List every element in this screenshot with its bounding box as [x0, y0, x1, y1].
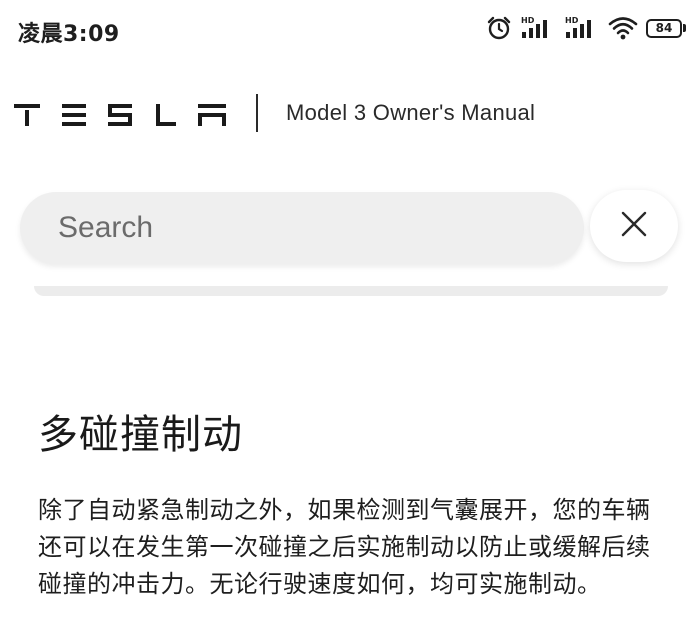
- battery-icon: 84: [646, 18, 686, 38]
- hd-signal-icon: HD: [520, 15, 556, 41]
- status-icons: HD HD 84: [486, 15, 686, 41]
- close-button[interactable]: [590, 190, 678, 262]
- wifi-icon: [608, 15, 638, 41]
- header: Model 3 Owner's Manual: [0, 90, 696, 140]
- search-input[interactable]: [58, 211, 584, 245]
- tesla-logo[interactable]: [14, 102, 238, 132]
- hd-signal-icon: HD: [564, 15, 600, 41]
- search-bar[interactable]: [20, 192, 584, 264]
- svg-text:HD: HD: [521, 16, 535, 25]
- svg-text:HD: HD: [565, 16, 579, 25]
- article-title: 多碰撞制动: [38, 412, 243, 458]
- manual-title: Model 3 Owner's Manual: [286, 100, 536, 125]
- battery-level: 84: [646, 18, 682, 38]
- status-bar: 凌晨3:09 HD HD 84: [0, 0, 696, 64]
- status-time: 凌晨3:09: [18, 22, 120, 47]
- article-body: 除了自动紧急制动之外，如果检测到气囊展开，您的车辆还可以在发生第一次碰撞之后实施…: [38, 496, 651, 598]
- close-icon: [620, 210, 648, 242]
- search-results-edge: [34, 286, 668, 296]
- alarm-icon: [486, 15, 512, 41]
- header-divider: [256, 94, 258, 132]
